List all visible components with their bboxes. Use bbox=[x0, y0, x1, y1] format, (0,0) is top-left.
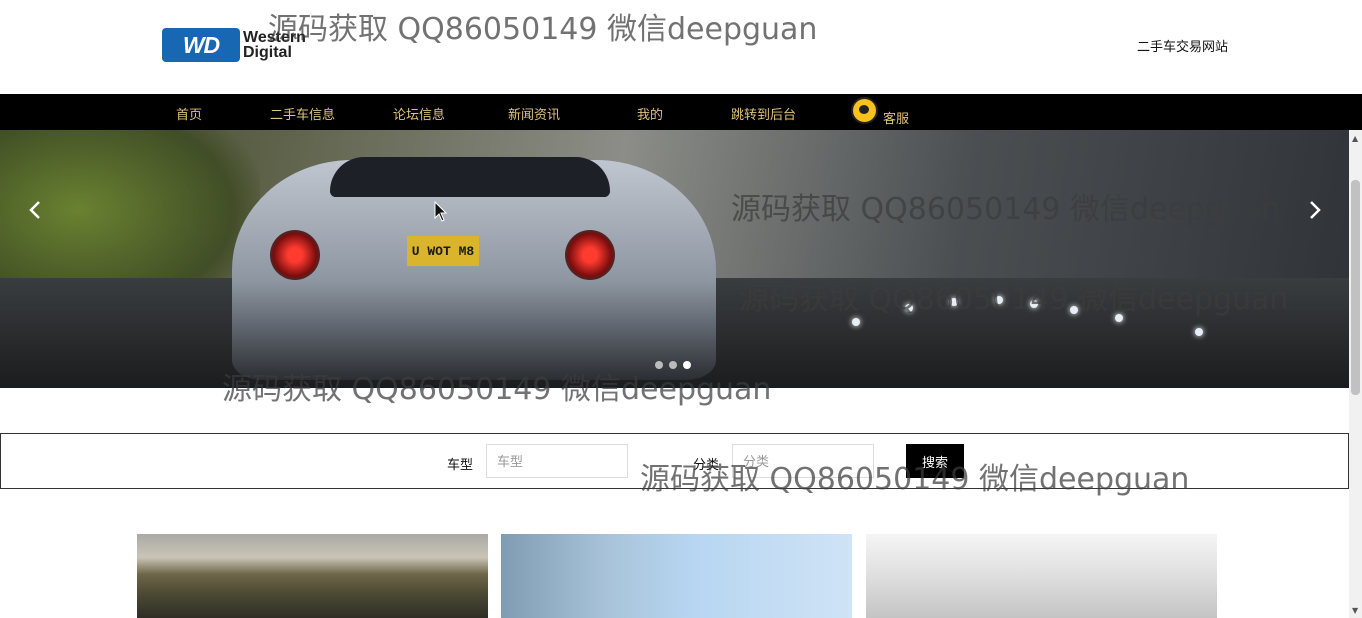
watermark: 源码获取 QQ86050149 微信deepguan bbox=[739, 282, 1289, 317]
carousel-prev-button[interactable] bbox=[20, 195, 50, 225]
listing-card[interactable] bbox=[137, 534, 488, 618]
logo-badge: WD bbox=[162, 28, 240, 62]
car-tail-light-right bbox=[565, 230, 615, 280]
hero-carousel[interactable]: U WOT M8 bbox=[0, 130, 1349, 388]
watermark: 源码获取 QQ86050149 微信deepguan bbox=[222, 372, 772, 407]
page-scrollbar[interactable]: ▲ ▼ bbox=[1349, 130, 1362, 618]
nav-item-mine[interactable]: 我的 bbox=[637, 104, 663, 123]
listing-card[interactable] bbox=[866, 534, 1217, 618]
nav-item-home[interactable]: 首页 bbox=[176, 104, 202, 123]
scrollbar-thumb[interactable] bbox=[1351, 180, 1360, 395]
model-input[interactable] bbox=[486, 444, 628, 478]
license-plate: U WOT M8 bbox=[407, 236, 479, 266]
nav-item-admin[interactable]: 跳转到后台 bbox=[731, 104, 796, 123]
mouse-cursor-icon bbox=[434, 201, 448, 222]
watermark: 源码获取 QQ86050149 微信deepguan bbox=[268, 12, 818, 47]
watermark: 源码获取 QQ86050149 微信deepguan bbox=[640, 462, 1190, 497]
car-rear-window bbox=[330, 157, 610, 197]
nav-item-customer-service[interactable]: 客服 bbox=[883, 108, 909, 127]
chevron-right-icon bbox=[1310, 201, 1321, 219]
nav-item-forum[interactable]: 论坛信息 bbox=[393, 104, 445, 123]
scroll-down-icon[interactable]: ▼ bbox=[1352, 606, 1358, 615]
page: WD Western Digital 二手车交易网站 首页 二手车信息 论坛信息… bbox=[0, 0, 1362, 618]
chevron-left-icon bbox=[29, 201, 40, 219]
site-name: 二手车交易网站 bbox=[1137, 39, 1229, 54]
watermark: 源码获取 QQ86050149 微信deepguan bbox=[731, 192, 1281, 227]
scroll-up-icon[interactable]: ▲ bbox=[1352, 134, 1358, 143]
car-tail-light-left bbox=[270, 230, 320, 280]
listing-card[interactable] bbox=[501, 534, 852, 618]
customer-service-icon[interactable] bbox=[851, 97, 878, 124]
model-label: 车型 bbox=[447, 457, 474, 472]
main-nav: 首页 二手车信息 论坛信息 新闻资讯 我的 跳转到后台 客服 bbox=[0, 94, 1362, 130]
nav-item-news[interactable]: 新闻资讯 bbox=[508, 104, 560, 123]
carousel-next-button[interactable] bbox=[1300, 195, 1330, 225]
nav-item-used-cars[interactable]: 二手车信息 bbox=[270, 104, 335, 123]
